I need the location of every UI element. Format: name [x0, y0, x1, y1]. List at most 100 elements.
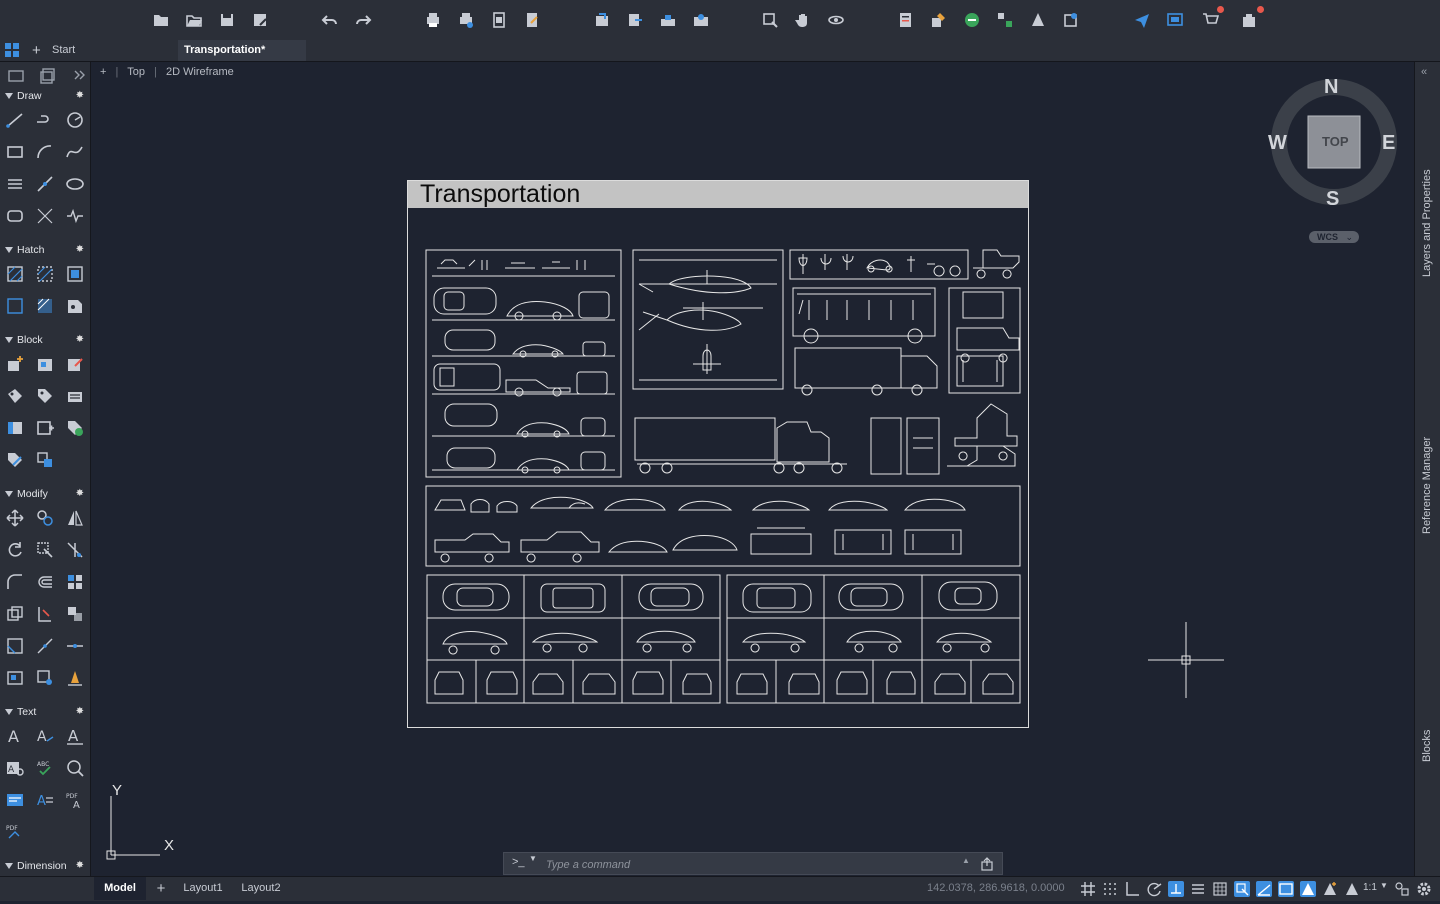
ray-icon[interactable] [35, 174, 55, 194]
annotation-scale-icon[interactable] [1344, 881, 1360, 897]
command-line[interactable]: >_ ▼ ▲ [503, 852, 1003, 875]
pdf-import-icon[interactable]: PDF [5, 822, 25, 842]
workspace-icon[interactable] [1394, 881, 1410, 897]
share-command-icon[interactable] [980, 856, 996, 872]
edit-block-icon[interactable] [65, 354, 85, 374]
cube-face-top[interactable]: TOP [1322, 134, 1349, 149]
multiline-icon[interactable] [5, 174, 25, 194]
gear-icon[interactable]: ✸ [76, 244, 84, 255]
orbit-icon[interactable] [826, 10, 846, 30]
move-icon[interactable] [5, 508, 25, 528]
plot-icon[interactable] [423, 10, 443, 30]
join-icon[interactable] [65, 636, 85, 656]
design-center-icon[interactable] [1028, 10, 1048, 30]
gear-icon[interactable]: ✸ [76, 860, 84, 871]
new-icon[interactable] [151, 10, 171, 30]
wipeout-icon[interactable] [5, 296, 25, 316]
chevron-up-icon[interactable]: ▲ [962, 856, 970, 865]
copy-icon[interactable] [35, 508, 55, 528]
redo-icon[interactable] [353, 10, 373, 30]
coordinates-readout[interactable]: 142.0378, 286.9618, 0.0000 [927, 882, 1065, 894]
offset-icon[interactable] [35, 572, 55, 592]
gear-icon[interactable]: ✸ [76, 706, 84, 717]
collapse-icon[interactable]: « [1421, 66, 1427, 78]
text-section-header[interactable]: Text ✸ [0, 705, 90, 721]
visual-style-control[interactable]: 2D Wireframe [166, 66, 234, 78]
pan-icon[interactable] [793, 10, 813, 30]
export-icon[interactable] [625, 10, 645, 30]
text-search-icon[interactable] [65, 758, 85, 778]
circle-icon[interactable] [65, 110, 85, 130]
dynamic-ucs-icon[interactable] [1256, 881, 1272, 897]
rotate-icon[interactable] [5, 540, 25, 560]
grid-icon[interactable] [1080, 881, 1096, 897]
data-extraction-icon[interactable] [35, 450, 55, 470]
view-control[interactable]: Top [127, 66, 145, 78]
create-block-icon[interactable] [35, 354, 55, 374]
layers-properties-tab[interactable]: Layers and Properties [1421, 169, 1433, 277]
auto-scale-icon[interactable] [1322, 881, 1338, 897]
match-properties-icon[interactable] [929, 10, 949, 30]
find-replace-icon[interactable]: A [5, 758, 25, 778]
viewcube[interactable]: N S E W TOP WCS ⌄ [1266, 70, 1406, 250]
gear-icon[interactable] [1416, 881, 1432, 897]
explode-icon[interactable] [35, 604, 55, 624]
revcloud-icon[interactable] [65, 206, 85, 226]
annotation-visibility-icon[interactable] [1300, 881, 1316, 897]
polyline-icon[interactable] [35, 110, 55, 130]
apps-icon[interactable] [1240, 6, 1264, 30]
line-icon[interactable] [5, 110, 25, 130]
xline-icon[interactable] [35, 206, 55, 226]
grid-menu-icon[interactable] [0, 40, 22, 61]
ortho-icon[interactable] [1124, 881, 1140, 897]
manage-attributes-icon[interactable] [65, 386, 85, 406]
block-section-header[interactable]: Block ✸ [0, 333, 90, 349]
polar-icon[interactable] [1146, 881, 1162, 897]
hatch-icon[interactable] [5, 264, 25, 284]
group-icon[interactable] [995, 10, 1015, 30]
save-icon[interactable] [217, 10, 237, 30]
tab-layout1[interactable]: Layout1 [178, 877, 228, 900]
sheet-set-icon[interactable] [1061, 10, 1081, 30]
array-icon[interactable] [65, 572, 85, 592]
mirror-icon[interactable] [65, 508, 85, 528]
region-icon[interactable] [5, 206, 25, 226]
image-icon[interactable] [65, 296, 85, 316]
text-align-icon[interactable] [5, 790, 25, 810]
lengthen-icon[interactable] [35, 668, 55, 688]
copy-layout-icon[interactable] [38, 66, 58, 86]
open-icon[interactable] [184, 10, 204, 30]
layer-states-icon[interactable] [962, 10, 982, 30]
sync-attributes-icon[interactable] [65, 418, 85, 438]
insert-block-icon[interactable] [5, 354, 25, 374]
write-block-icon[interactable] [35, 418, 55, 438]
command-input[interactable] [544, 855, 948, 874]
text-style-icon[interactable]: A [65, 726, 85, 746]
single-line-text-icon[interactable]: A [35, 726, 55, 746]
cart-icon[interactable] [1200, 6, 1224, 30]
snap-icon[interactable] [1102, 881, 1118, 897]
attribute-tag-icon[interactable] [35, 386, 55, 406]
compass-west[interactable]: W [1268, 132, 1287, 155]
viewport-icon[interactable] [1278, 881, 1294, 897]
blocks-tab[interactable]: Blocks [1421, 730, 1433, 762]
gear-icon[interactable]: ✸ [76, 90, 84, 101]
batch-plot-icon[interactable] [456, 10, 476, 30]
annotation-scale-value[interactable]: 1:1 [1363, 882, 1377, 893]
chevron-down-icon[interactable]: ▼ [1380, 881, 1388, 890]
spline-icon[interactable] [65, 142, 85, 162]
command-prompt-icon[interactable]: >_ [512, 856, 525, 868]
mtext-icon[interactable]: A [5, 726, 25, 746]
rectangle-icon[interactable] [5, 142, 25, 162]
tab-model[interactable]: Model [94, 877, 146, 900]
dimension-section-header[interactable]: Dimension ✸ [0, 859, 90, 875]
new-tab-button[interactable]: + [26, 40, 46, 61]
chevron-down-icon[interactable]: ▼ [529, 854, 537, 863]
trim-icon[interactable] [65, 540, 85, 560]
gradient-icon[interactable] [35, 264, 55, 284]
publish-icon[interactable] [522, 10, 542, 30]
ellipse-icon[interactable] [65, 174, 85, 194]
tab-start[interactable]: Start [46, 40, 172, 61]
chamfer-icon[interactable] [5, 636, 25, 656]
fillet-icon[interactable] [5, 572, 25, 592]
